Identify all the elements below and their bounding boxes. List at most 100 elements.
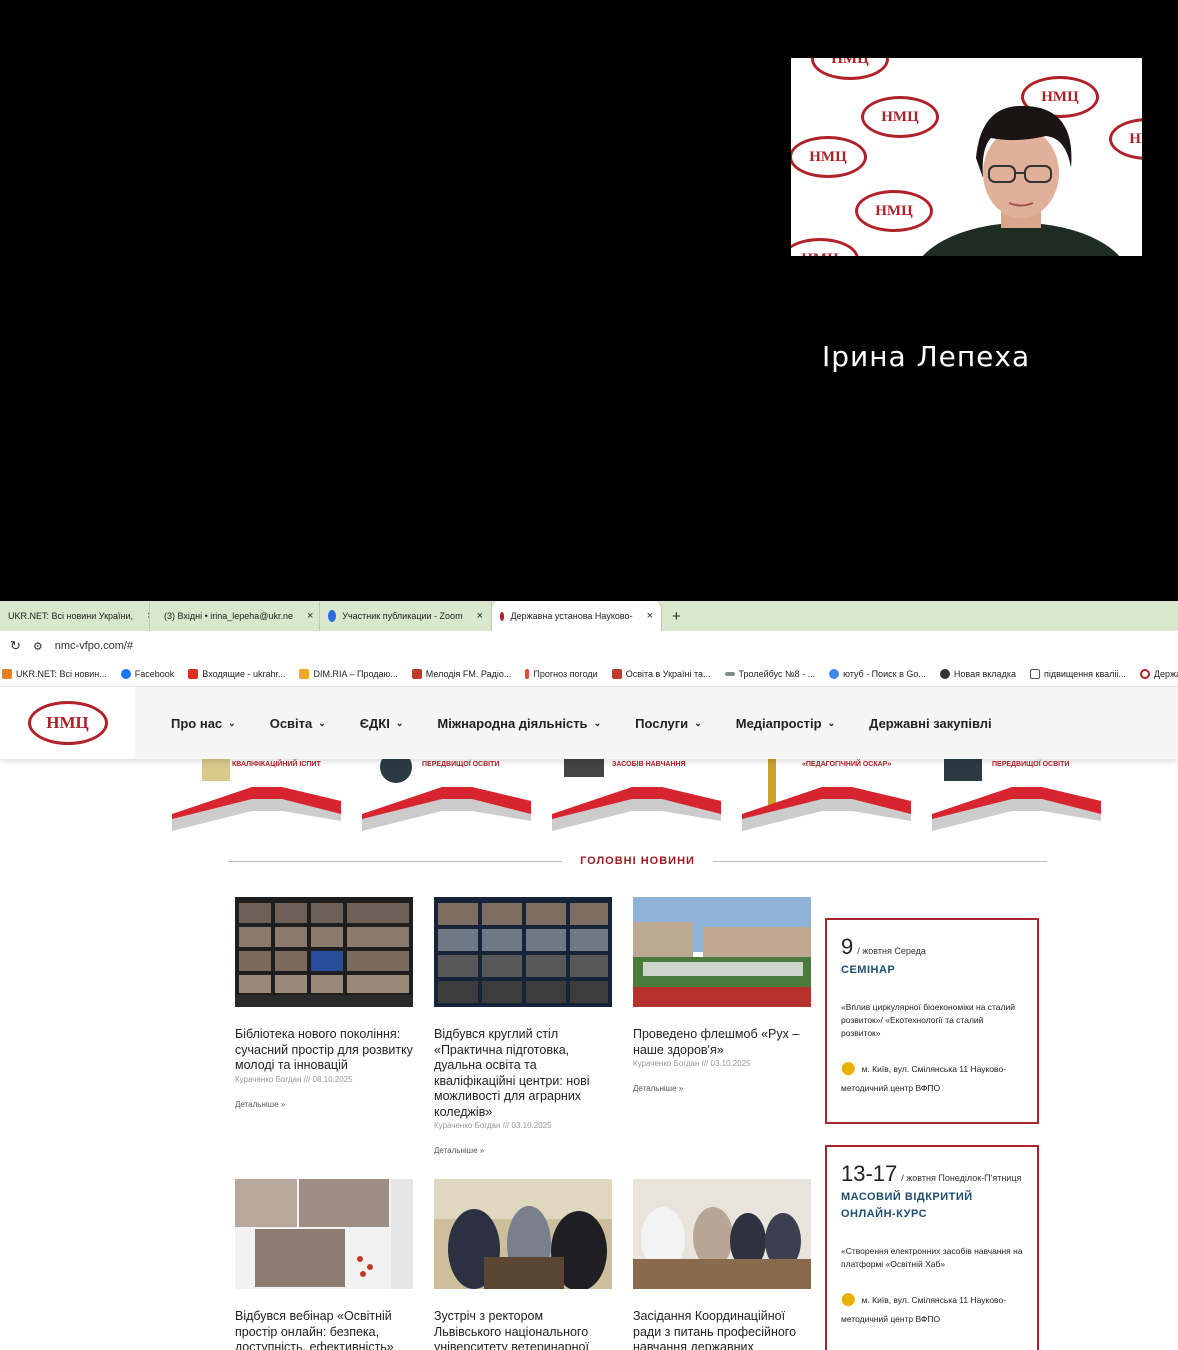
bookmark-label: Мелодія FM. Радіо... [425, 668, 512, 679]
url-field[interactable]: nmc-vfpo.com/# [55, 640, 133, 652]
tab-label: Участник публикации - Zoom [342, 611, 463, 621]
banner-pedagogical-oscar[interactable]: «ПЕДАГОГІЧНИЙ ОСКАР» [742, 759, 911, 831]
tab-label: UKR.NET: Всі новини України, [8, 611, 134, 621]
news-card[interactable]: Відбувся вебінар «Освітній простір онлай… [235, 1179, 413, 1350]
event-day: 9 [841, 934, 854, 959]
backdrop-logo: НМЦ [791, 238, 859, 256]
bookmark-trolleybus[interactable]: Тролейбус №8 - ... [724, 669, 815, 679]
read-more-link[interactable]: Детальніше » [434, 1146, 612, 1155]
chevron-down-icon: ⌄ [827, 717, 836, 728]
main-news-heading: ГОЛОВНІ НОВИНИ [228, 851, 1048, 871]
nav-procurement[interactable]: Державні закупівлі [869, 716, 992, 731]
news-card[interactable]: Відбувся круглий стіл «Практична підгото… [434, 897, 612, 1155]
chevron-down-icon: ⌄ [228, 717, 236, 728]
event-type[interactable]: МАСОВИЙ ВІДКРИТИЙ ОНЛАЙН-КУРС [841, 1189, 1023, 1223]
event-description: «Створення електронних засобів навчання … [841, 1246, 1023, 1269]
nav-about[interactable]: Про нас ⌄ [171, 716, 236, 731]
news-title[interactable]: Відбувся круглий стіл «Практична підгото… [434, 1027, 612, 1120]
news-meta: Кураченко Богдан /// 03.10.2025 [633, 1059, 751, 1068]
backdrop-logo: НМЦ [791, 136, 867, 178]
bookmark-weather[interactable]: Прогноз погоди [525, 668, 598, 679]
tab-label: (3) Вхідні • irina_lepeha@ukr.ne [164, 611, 293, 621]
bookmark-gmail[interactable]: Входящие - ukrahr... [188, 668, 285, 679]
tab-ukrnet[interactable]: UKR.NET: Всі новини України, × [0, 601, 150, 631]
chevron-down-icon: ⌄ [593, 717, 602, 728]
close-icon[interactable]: × [647, 610, 653, 622]
read-more-link[interactable]: Детальніше » [633, 1084, 811, 1093]
banner-row: КВАЛІФІКАЦІЙНИЙ ІСПИТ ПЕРЕДВИЩОЇ ОСВІТИ … [172, 759, 1101, 831]
bookmark-ukrnet[interactable]: UKR.NET: Всі новин... [2, 668, 107, 679]
event-card[interactable]: 9 / жовтня Середа СЕМІНАР «Вплив циркуля… [825, 918, 1039, 1124]
speaker-video-tile[interactable]: НМЦ НМЦ НМЦ НМЦ НМЦ НМЦ НМЦ [791, 58, 1142, 256]
event-location-text: м. Київ, вул. Смілянська 11 Науково-мето… [841, 1295, 1007, 1324]
chevron-down-icon: ⌄ [318, 717, 326, 728]
banner-learning-tools[interactable]: ЗАСОБІВ НАВЧАННЯ [552, 759, 721, 831]
tab-zoom[interactable]: Участник публикации - Zoom × [320, 601, 492, 631]
news-title[interactable]: Засідання Координаційної ради з питань п… [633, 1309, 811, 1350]
nmc-icon [500, 611, 505, 621]
new-tab-button[interactable]: + [662, 608, 691, 625]
event-card[interactable]: 13-17 / жовтня Понеділок-П'ятниця МАСОВИ… [825, 1145, 1039, 1350]
news-title[interactable]: Бібліотека нового покоління: сучасний пр… [235, 1027, 413, 1074]
reload-icon[interactable]: ↻ [10, 638, 21, 654]
bookmark-label: ютуб - Поиск в Go... [843, 668, 926, 679]
event-type[interactable]: СЕМІНАР [841, 962, 1023, 979]
news-meta: Кураченко Богдан /// 08.10.2025 [235, 1074, 353, 1084]
nav-label: Державні закупівлі [869, 715, 992, 731]
nav-media[interactable]: Медіапростір ⌄ [736, 716, 835, 731]
bookmark-nmc[interactable]: Державна [1139, 668, 1178, 679]
close-icon[interactable]: × [307, 610, 313, 622]
news-card[interactable]: Бібліотека нового покоління: сучасний пр… [235, 897, 413, 1109]
news-card[interactable]: Засідання Координаційної ради з питань п… [633, 1179, 811, 1350]
tab-ukrnet-mail[interactable]: (3) Вхідні • irina_lepeha@ukr.ne × [150, 601, 320, 631]
bookmark-dimria[interactable]: DIM.RIA – Продаю... [299, 668, 398, 679]
bookmark-folder[interactable]: підвищення кваліі... [1029, 668, 1126, 679]
address-bar: ↻ ⚙ nmc-vfpo.com/# [0, 631, 1178, 661]
bookmark-label: підвищення кваліі... [1043, 668, 1126, 679]
banner-qualification-exam[interactable]: КВАЛІФІКАЦІЙНИЙ ІСПИТ [172, 759, 341, 831]
news-image-round-table [434, 897, 612, 1007]
thermometer-icon [525, 668, 530, 679]
news-title[interactable]: Проведено флешмоб «Рух – наше здоров'я» [633, 1027, 811, 1058]
zoom-window: НМЦ НМЦ НМЦ НМЦ НМЦ НМЦ НМЦ Ірина Лепеха… [0, 0, 1178, 1350]
bookmark-google[interactable]: ютуб - Поиск в Go... [829, 668, 926, 679]
news-title[interactable]: Зустріч з ректором Львівського національ… [434, 1309, 612, 1350]
main-nav: Про нас ⌄ Освіта ⌄ ЄДКІ ⌄ Міжнародна діяльн… [135, 716, 992, 731]
google-icon [829, 668, 840, 679]
news-title[interactable]: Відбувся вебінар «Освітній простір онлай… [235, 1309, 413, 1350]
nav-services[interactable]: Послуги ⌄ [635, 716, 702, 731]
nav-edki[interactable]: ЄДКІ ⌄ [360, 716, 404, 731]
nav-international[interactable]: Міжнародна діяльність ⌄ [437, 716, 601, 731]
news-image-council-meeting [633, 1179, 811, 1289]
banner-ribbon-graphic [932, 759, 1101, 831]
location-pin-icon: ⬤ [841, 1060, 856, 1075]
nav-label: Послуги [635, 715, 689, 731]
trolleybus-icon [724, 671, 735, 676]
melodia-icon [411, 668, 422, 679]
bookmark-melodia[interactable]: Мелодія FM. Радіо... [411, 668, 512, 679]
tab-strip: UKR.NET: Всі новини України, × (3) Вхідн… [0, 601, 1178, 631]
bookmark-label: Новая вкладка [953, 668, 1016, 679]
banner-prehigher-education[interactable]: ПЕРЕДВИЩОЇ ОСВІТИ [362, 759, 531, 831]
speaker-figure [922, 105, 1120, 256]
bookmark-newtab[interactable]: Новая вкладка [939, 668, 1016, 679]
bookmark-osvita[interactable]: Освіта в Україні та... [611, 668, 711, 679]
banner-prehigher-education-2[interactable]: ПЕРЕДВИЩОЇ ОСВІТИ [932, 759, 1101, 831]
event-description: «Вплив циркулярної біоекономіки на стали… [841, 1002, 1015, 1038]
site-header: НМЦ Про нас ⌄ Освіта ⌄ ЄДКІ ⌄ Міжнародна ді… [0, 687, 1178, 759]
close-icon[interactable]: × [477, 610, 483, 622]
bookmark-facebook[interactable]: Facebook [120, 668, 175, 679]
nav-label: Про нас [171, 715, 223, 731]
site-info-icon[interactable]: ⚙ [33, 640, 43, 653]
site-logo[interactable]: НМЦ [0, 687, 135, 759]
tab-nmc[interactable]: Державна установа Науково- × [492, 601, 662, 631]
nav-education[interactable]: Освіта ⌄ [270, 716, 326, 731]
read-more-link[interactable]: Детальніше » [235, 1100, 413, 1109]
news-card[interactable]: Проведено флешмоб «Рух – наше здоров'я» … [633, 897, 811, 1093]
ukrnet-icon [2, 668, 12, 679]
bookmark-label: DIM.RIA – Продаю... [313, 668, 398, 679]
nav-label: Медіапростір [735, 715, 822, 731]
bookmark-label: Facebook [134, 668, 175, 679]
news-card[interactable]: Зустріч з ректором Львівського національ… [434, 1179, 612, 1350]
nav-label: Міжнародна діяльність [437, 715, 588, 731]
